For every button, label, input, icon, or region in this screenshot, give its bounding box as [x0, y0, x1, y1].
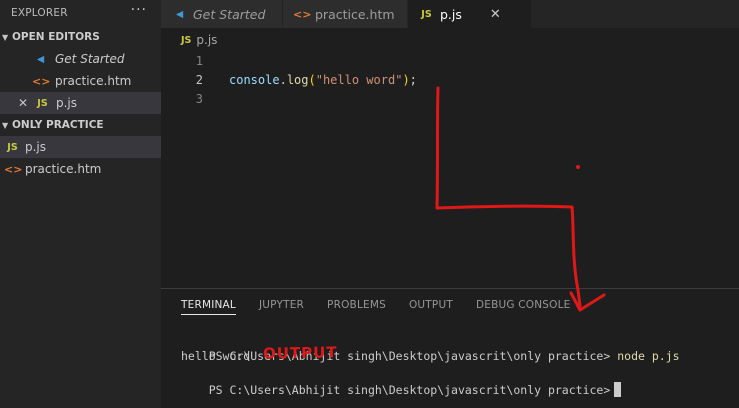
open-editor-label: Get Started: [55, 52, 125, 66]
editor-tab-bar: ◀ Get Started <> practice.htm JS p.js ✕: [161, 0, 739, 28]
close-icon[interactable]: ✕: [490, 7, 501, 22]
open-editors-title: OPEN EDITORS: [12, 31, 100, 43]
line-number: 2: [195, 73, 203, 87]
tab-jupyter[interactable]: JUPYTER: [259, 289, 304, 321]
html-icon: <>: [293, 7, 312, 21]
code-editor[interactable]: 1 2 console.log("hello word"); 3: [161, 52, 739, 288]
open-editor-label: p.js: [56, 96, 78, 110]
tab-problems[interactable]: PROBLEMS: [327, 289, 386, 321]
line-number: 1: [195, 54, 203, 68]
file-label: p.js: [25, 140, 47, 154]
breadcrumb[interactable]: JS p.js: [161, 28, 217, 52]
js-icon: JS: [181, 34, 192, 46]
code-token: .: [279, 73, 287, 87]
open-editor-label: practice.htm: [55, 74, 132, 88]
explorer-sidebar: EXPLORER ··· ▼ OPEN EDITORS ◀ Get Starte…: [0, 0, 161, 408]
code-text: console.log("hello word");: [229, 71, 417, 90]
chevron-down-icon: ▼: [2, 120, 9, 130]
close-icon[interactable]: ✕: [14, 96, 32, 110]
code-token: ;: [409, 73, 417, 87]
file-practice-htm[interactable]: <> practice.htm: [0, 158, 161, 180]
folder-title: ONLY PRACTICE: [12, 119, 104, 131]
open-editor-practice-htm[interactable]: <> practice.htm: [0, 70, 161, 92]
open-editor-p-js[interactable]: ✕ JS p.js: [0, 92, 161, 114]
js-icon: JS: [37, 97, 48, 109]
output-annotation: OUTPUT: [262, 343, 338, 363]
code-token: ): [402, 73, 410, 87]
code-token: (: [308, 73, 316, 87]
code-token: "hello word": [315, 73, 403, 87]
js-icon: JS: [421, 8, 432, 20]
open-editors-section[interactable]: ▼ OPEN EDITORS: [0, 26, 161, 48]
vscode-icon: ◀: [36, 53, 45, 65]
vscode-icon: ◀: [175, 8, 184, 20]
terminal-cursor: [614, 382, 622, 397]
tab-debug-console[interactable]: DEBUG CONSOLE: [476, 289, 571, 321]
tab-get-started[interactable]: ◀ Get Started: [161, 0, 283, 28]
html-icon: <>: [4, 162, 23, 176]
tab-label: practice.htm: [315, 6, 395, 22]
bottom-panel: TERMINAL JUPYTER PROBLEMS OUTPUT DEBUG C…: [161, 288, 739, 408]
tab-terminal[interactable]: TERMINAL: [181, 289, 236, 321]
terminal-command: node p.js: [617, 349, 680, 363]
tab-label: p.js: [440, 6, 462, 22]
folder-section[interactable]: ▼ ONLY PRACTICE: [0, 114, 161, 136]
tab-label: Get Started: [193, 6, 266, 22]
terminal-line[interactable]: PS C:\Users\Abhijit singh\Desktop\javasc…: [181, 365, 622, 397]
html-icon: <>: [32, 74, 51, 88]
chevron-down-icon: ▼: [2, 32, 9, 42]
tab-p-js[interactable]: JS p.js ✕: [408, 0, 532, 28]
terminal-line: PS C:\Users\Abhijit singh\Desktop\javasc…: [181, 331, 680, 363]
more-actions-icon[interactable]: ···: [131, 2, 147, 18]
explorer-header: EXPLORER ···: [0, 0, 161, 26]
code-token: log: [286, 73, 309, 87]
file-label: practice.htm: [25, 162, 102, 176]
tab-practice-htm[interactable]: <> practice.htm: [283, 0, 408, 28]
tab-output[interactable]: OUTPUT: [409, 289, 453, 321]
open-editor-get-started[interactable]: ◀ Get Started: [0, 48, 161, 70]
code-line: 3: [161, 90, 739, 109]
breadcrumb-file: p.js: [196, 33, 218, 47]
code-line: 1: [161, 52, 739, 71]
terminal-output: hello word: [181, 349, 251, 363]
js-icon: JS: [7, 141, 18, 153]
line-number: 3: [195, 92, 203, 106]
terminal-prompt: PS C:\Users\Abhijit singh\Desktop\javasc…: [208, 383, 611, 397]
code-token: console: [229, 73, 280, 87]
file-p-js[interactable]: JS p.js: [0, 136, 161, 158]
panel-tabs: TERMINAL JUPYTER PROBLEMS OUTPUT DEBUG C…: [161, 289, 739, 321]
explorer-title: EXPLORER: [11, 7, 68, 19]
code-line: 2 console.log("hello word");: [161, 71, 739, 90]
